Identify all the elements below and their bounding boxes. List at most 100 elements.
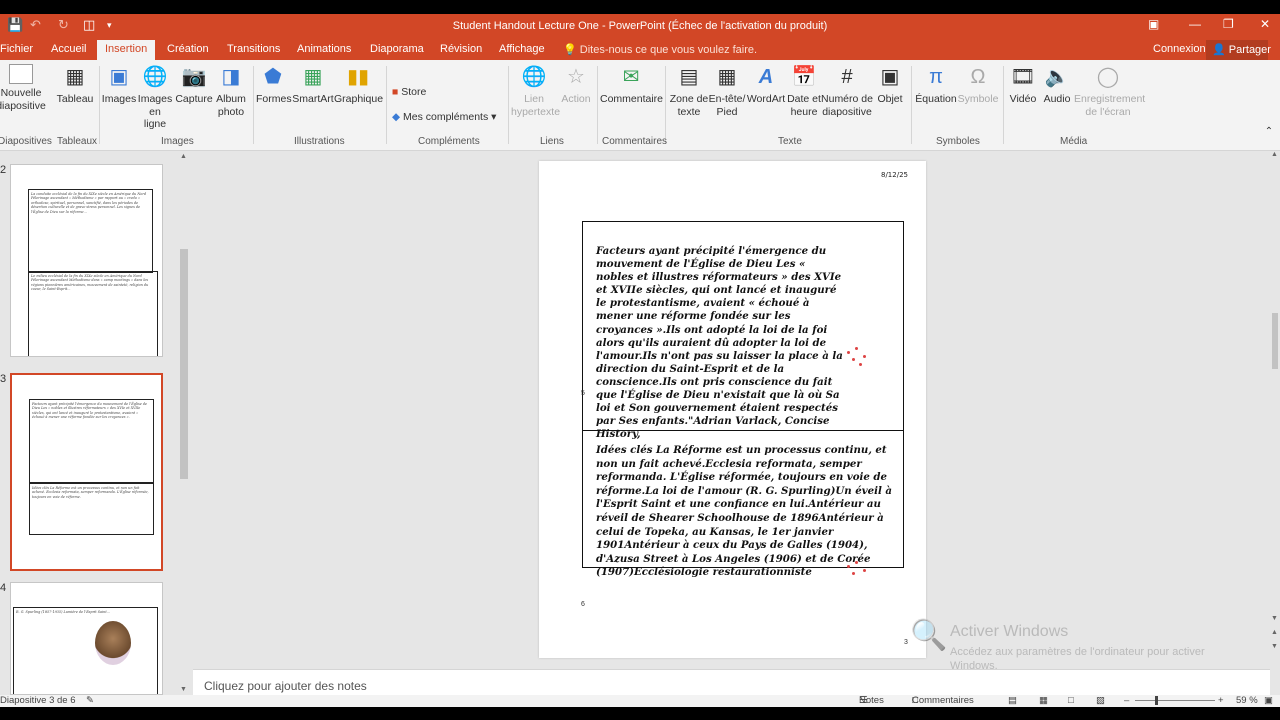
decorative-dots [843, 559, 879, 597]
symbol-label: Symbole [957, 93, 999, 105]
new-slide-icon [9, 64, 33, 84]
equation-button[interactable]: π Équation [913, 64, 959, 106]
collapse-ribbon-icon[interactable]: ⌃ [1263, 126, 1275, 139]
header-footer-label: En-tête/ Pied [708, 93, 746, 118]
text-box-button[interactable]: ▤ Zone de texte [668, 64, 710, 118]
minimize-icon[interactable]: — [1189, 17, 1201, 31]
images-button[interactable]: ▣ Images [101, 64, 137, 106]
scroll-up-icon[interactable]: ▲ [1271, 151, 1278, 158]
new-slide-button[interactable]: Nouvelle diapositive [0, 64, 46, 112]
zoom-level[interactable]: 59 % [1236, 695, 1258, 706]
tab-affichage[interactable]: Affichage [499, 43, 545, 55]
slideshow-icon[interactable]: ▧ [1096, 695, 1105, 706]
slide-counter: Diapositive 3 de 6 [0, 695, 76, 706]
zoom-in-icon[interactable]: + [1218, 695, 1224, 706]
separator [99, 66, 100, 144]
store-button[interactable]: ■ Store [392, 86, 434, 99]
online-images-button[interactable]: 🌐 Images en ligne [137, 64, 173, 131]
screen-recording-button[interactable]: ◯ Enregistrement de l'écran [1074, 64, 1146, 118]
header-footer-button[interactable]: ▦ En-tête/ Pied [707, 64, 747, 118]
separator [665, 66, 666, 144]
star-icon: ☆ [567, 66, 585, 88]
table-button[interactable]: ▦ Tableau [55, 64, 95, 106]
thumbnail-scrollbar[interactable]: ▲ ▼ [178, 151, 190, 695]
audio-button[interactable]: 🔈 Audio [1040, 64, 1074, 106]
activation-watermark-subtitle: Accédez aux paramètres de l'ordinateur p… [950, 646, 1205, 672]
tab-creation[interactable]: Création [167, 43, 209, 55]
zoom-slider-handle[interactable] [1155, 696, 1158, 705]
object-icon: ▣ [880, 66, 900, 88]
slide-thumbnail-3-selected[interactable]: Facteurs ayant précipité l'émergence du … [10, 373, 163, 571]
thumbnail-text-box: La conduite ecclésial de la fin du XIXe … [28, 189, 153, 273]
object-button[interactable]: ▣ Objet [874, 64, 906, 106]
scrollbar-thumb[interactable] [1272, 313, 1278, 369]
current-slide[interactable]: 8/12/25 Facteurs ayant précipité l'émerg… [539, 161, 926, 658]
page-marker: 5 [581, 390, 585, 397]
screen-recording-label: Enregistrement de l'écran [1074, 93, 1146, 118]
previous-slide-icon[interactable]: ▲ [1271, 629, 1278, 636]
video-button[interactable]: 🎞 Vidéo [1006, 64, 1040, 106]
camera-icon: 📷 [181, 66, 207, 88]
photo-album-button[interactable]: ◨ Album photo [213, 64, 249, 118]
top-black-bar [0, 0, 1280, 14]
group-label-texte: Texte [778, 136, 802, 147]
link-icon: 🌐 [521, 66, 547, 88]
hyperlink-button[interactable]: 🌐 Lien hypertexte [511, 64, 560, 118]
group-label-complements: Compléments [418, 136, 480, 147]
ribbon-display-icon[interactable]: ▣ [1148, 17, 1159, 31]
tab-revision[interactable]: Révision [440, 43, 482, 55]
date-time-button[interactable]: 📅 Date et heure [786, 64, 822, 118]
editor-scrollbar[interactable]: ▲ ▼ ▲ ▼ [1270, 151, 1280, 669]
group-label-symboles: Symboles [936, 136, 980, 147]
slide-editor: 8/12/25 Facteurs ayant précipité l'émerg… [193, 151, 1278, 669]
tab-transitions[interactable]: Transitions [227, 43, 280, 55]
comment-button[interactable]: ✉ Commentaire [600, 64, 663, 106]
screen-recording-icon: ◯ [1096, 66, 1120, 88]
action-button[interactable]: ☆ Action [558, 64, 594, 106]
wordart-button[interactable]: A WordArt [746, 64, 786, 106]
calendar-icon: 📅 [791, 66, 817, 88]
screenshot-button[interactable]: 📷 Capture [175, 64, 213, 106]
zoom-slider[interactable] [1135, 700, 1215, 701]
wordart-label: WordArt [746, 93, 786, 105]
reading-view-icon[interactable]: □ [1068, 695, 1074, 706]
slide-thumbnail-2[interactable]: La conduite ecclésial de la fin du XIXe … [10, 164, 163, 357]
fit-slide-icon[interactable]: ▣ [1264, 695, 1273, 706]
slide-thumbnail-4[interactable]: R. G. Spurling (1857-1935) Lumière de l'… [10, 582, 163, 695]
zoom-out-icon[interactable]: – [1124, 695, 1129, 706]
maximize-icon[interactable]: ❐ [1223, 17, 1234, 31]
slide-number-icon: # [841, 66, 853, 88]
next-slide-icon[interactable]: ▼ [1271, 643, 1278, 650]
my-addins-button[interactable]: ◆ Mes compléments ▾ [392, 111, 504, 124]
tab-accueil[interactable]: Accueil [51, 43, 86, 55]
online-images-label: Images en ligne [137, 93, 173, 130]
tab-diaporama[interactable]: Diaporama [370, 43, 424, 55]
scroll-up-icon[interactable]: ▲ [180, 153, 187, 160]
close-icon[interactable]: ✕ [1260, 17, 1270, 31]
tell-me-box[interactable]: 💡 Dites-nous ce que vous voulez faire. [563, 43, 757, 56]
sign-in-link[interactable]: Connexion [1153, 43, 1206, 55]
normal-view-icon[interactable]: ▤ [1008, 695, 1017, 706]
scrollbar-thumb[interactable] [180, 249, 188, 479]
slide-sorter-icon[interactable]: ▦ [1039, 695, 1048, 706]
images-label: Images [101, 93, 137, 105]
separator [386, 66, 387, 144]
chart-button[interactable]: ▮▮ Graphique [334, 64, 383, 106]
scroll-down-icon[interactable]: ▼ [1271, 615, 1278, 622]
scroll-down-icon[interactable]: ▼ [180, 686, 187, 693]
slide-number-button[interactable]: # Numéro de diapositive [820, 64, 874, 118]
spell-check-icon[interactable]: ✎ [86, 695, 94, 706]
symbol-button[interactable]: Ω Symbole [957, 64, 999, 106]
shapes-button[interactable]: ⬟ Formes [256, 64, 292, 106]
tab-fichier[interactable]: Fichier [0, 43, 33, 55]
group-label-liens: Liens [540, 136, 564, 147]
smartart-button[interactable]: ▦ SmartArt [292, 64, 334, 106]
decorative-dots [843, 345, 879, 383]
share-button[interactable]: 👤 Partager [1206, 40, 1271, 60]
wordart-icon: A [758, 66, 774, 88]
bottom-black-bar [0, 707, 1280, 720]
group-label-images: Images [161, 136, 194, 147]
tab-animations[interactable]: Animations [297, 43, 351, 55]
chart-icon: ▮▮ [346, 66, 369, 88]
tab-insertion[interactable]: Insertion [97, 40, 156, 60]
